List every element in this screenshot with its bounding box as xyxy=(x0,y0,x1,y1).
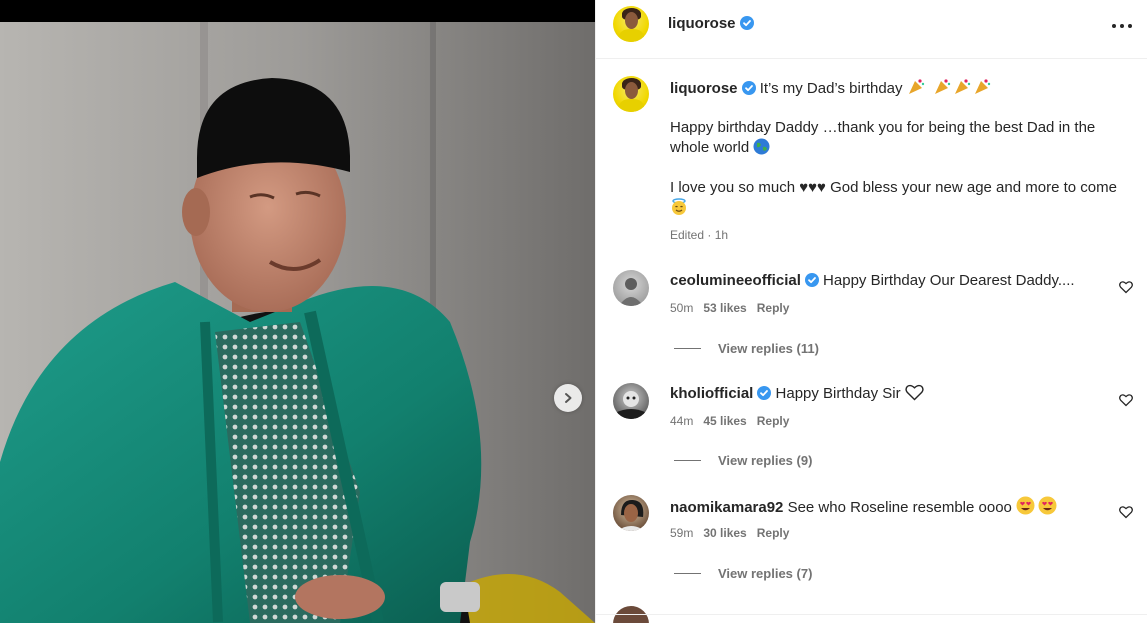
comment-row: kholiofficial Happy Birthday Sir xyxy=(670,384,1130,404)
like-comment-heart-icon[interactable] xyxy=(1119,280,1133,294)
chevron-right-icon xyxy=(565,393,572,403)
comment-avatar[interactable] xyxy=(613,270,649,306)
comment-username[interactable]: naomikamara92 xyxy=(670,499,783,516)
caption-meta: Edited · 1h xyxy=(670,228,729,242)
view-replies-button[interactable]: View replies (7) xyxy=(674,566,812,581)
next-image-button[interactable] xyxy=(554,384,582,412)
caption-paragraph-2: I love you so much ♥♥♥ God bless your ne… xyxy=(670,178,1130,219)
post-media xyxy=(0,0,595,623)
comment-username[interactable]: kholiofficial xyxy=(670,385,753,402)
verified-badge-icon xyxy=(739,16,754,30)
white-heart-icon xyxy=(905,384,924,401)
comment-avatar[interactable] xyxy=(613,495,649,531)
footer-divider xyxy=(596,614,1147,615)
verified-badge-icon xyxy=(757,386,772,400)
author-avatar[interactable] xyxy=(613,6,649,42)
comment-text: Happy Birthday Sir xyxy=(775,385,901,402)
like-comment-heart-icon[interactable] xyxy=(1119,393,1133,407)
comment-row: ceolumineeofficial Happy Birthday Our De… xyxy=(670,271,1130,291)
comment-username[interactable]: ceolumineeofficial xyxy=(670,272,801,289)
post-header: liquorose xyxy=(596,0,1147,59)
comment-meta: 44m 45 likes Reply xyxy=(670,414,790,428)
globe-icon xyxy=(753,138,770,155)
more-horizontal-icon xyxy=(1112,24,1132,28)
comment-text: Happy Birthday Our Dearest Daddy.... xyxy=(823,272,1075,289)
comment-meta: 50m 53 likes Reply xyxy=(670,301,790,315)
post-photo xyxy=(0,22,595,623)
caption-username[interactable]: liquorose xyxy=(670,80,738,97)
view-replies-button[interactable]: View replies (11) xyxy=(674,341,819,356)
comment-row: naomikamara92 See who Roseline resemble … xyxy=(670,496,1130,518)
comment-avatar[interactable] xyxy=(613,383,649,419)
caption-avatar[interactable] xyxy=(613,76,649,112)
caption-first-line: liquorose It’s my Dad’s birthday xyxy=(670,78,1130,99)
like-comment-heart-icon[interactable] xyxy=(1119,505,1133,519)
author-username[interactable]: liquorose xyxy=(668,15,754,32)
view-replies-button[interactable]: View replies (9) xyxy=(674,453,812,468)
verified-badge-icon xyxy=(741,81,756,95)
smiling-face-with-halo-icon xyxy=(672,198,686,215)
party-popper-icon xyxy=(908,79,990,94)
post-sidebar: liquorose liquorose It’s my Dad’s birthd… xyxy=(595,0,1147,623)
heart-eyes-emoji-icon xyxy=(1016,496,1057,515)
comment-meta: 59m 30 likes Reply xyxy=(670,526,790,540)
comment-text: See who Roseline resemble oooo xyxy=(787,499,1012,516)
more-options-button[interactable] xyxy=(1110,14,1134,38)
caption-paragraph-1: Happy birthday Daddy …thank you for bein… xyxy=(670,119,1096,156)
verified-badge-icon xyxy=(804,273,819,287)
caption-line1: It’s my Dad’s birthday xyxy=(759,80,903,97)
